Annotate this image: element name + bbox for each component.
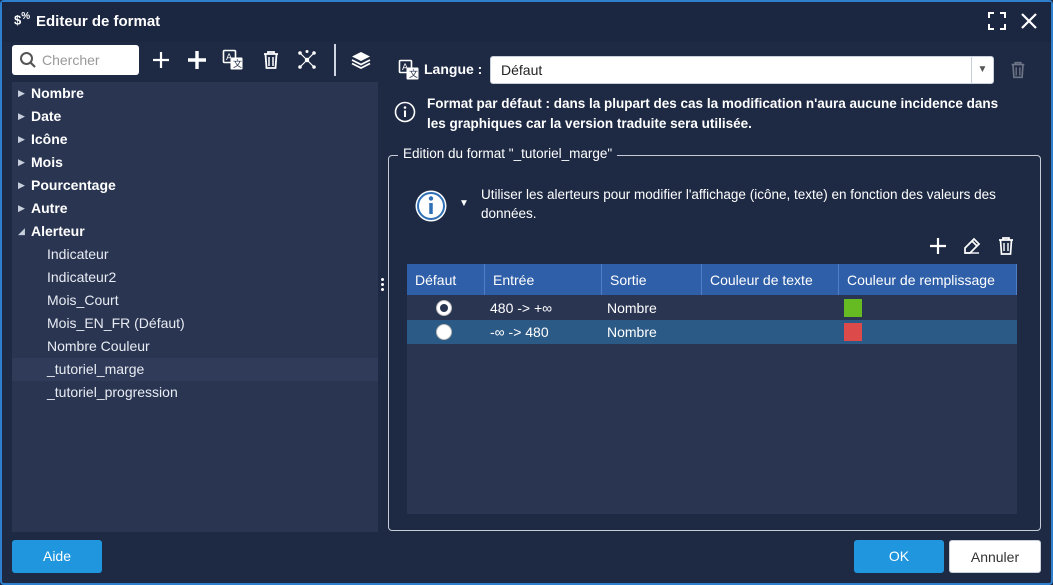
collapse-caret-icon[interactable]: ▼ — [459, 198, 469, 209]
toolbar-separator — [334, 44, 336, 76]
help-button[interactable]: Aide — [12, 540, 102, 573]
layers-icon[interactable] — [350, 49, 372, 71]
table-row[interactable]: 480 -> +∞ Nombre — [407, 296, 1017, 320]
info-icon — [394, 101, 416, 123]
caret-right-icon: ▶ — [18, 111, 25, 121]
left-toolbar: A 文 — [12, 44, 378, 78]
column-header-entree[interactable]: Entrée — [485, 264, 602, 295]
maximize-icon — [988, 12, 1006, 30]
trash-icon[interactable] — [260, 49, 282, 71]
add-child-icon[interactable] — [186, 49, 208, 71]
cell-entree: 480 -> +∞ — [490, 300, 553, 316]
default-format-info: Format par défaut : dans la plupart des … — [427, 96, 999, 131]
default-radio[interactable] — [436, 300, 452, 316]
chevron-down-icon[interactable]: ▼ — [971, 57, 993, 83]
caret-right-icon: ▶ — [18, 134, 25, 144]
search-box[interactable] — [12, 45, 139, 75]
tree-item-nombre-couleur[interactable]: Nombre Couleur — [12, 335, 378, 358]
fill-color-swatch[interactable] — [844, 299, 862, 317]
svg-text:A: A — [226, 53, 233, 63]
delete-language-icon[interactable] — [1008, 59, 1028, 81]
panel-splitter[interactable] — [381, 278, 385, 298]
language-select[interactable]: Défaut ▼ — [490, 56, 994, 84]
caret-right-icon: ▶ — [18, 88, 25, 98]
svg-text:文: 文 — [233, 58, 242, 70]
language-value: Défaut — [501, 62, 543, 78]
info-icon — [415, 190, 447, 222]
svg-text:A: A — [402, 63, 409, 73]
edit-icon[interactable] — [962, 236, 982, 256]
close-button[interactable] — [1019, 11, 1041, 33]
tree-category-icone[interactable]: ▶ Icône — [12, 128, 378, 151]
search-icon — [20, 52, 36, 68]
title-bar: $% Editeur de format — [2, 2, 1051, 42]
tree-item-indicateur[interactable]: Indicateur — [12, 243, 378, 266]
caret-right-icon: ▶ — [18, 203, 25, 213]
tree-category-date[interactable]: ▶ Date — [12, 105, 378, 128]
language-label: Langue : — [424, 61, 483, 77]
tree-item-indicateur2[interactable]: Indicateur2 — [12, 266, 378, 289]
ok-button[interactable]: OK — [854, 540, 944, 573]
translate-icon: A 文 — [398, 59, 419, 80]
tree-item-tutoriel-marge[interactable]: _tutoriel_marge — [12, 358, 378, 381]
edition-legend: Edition du format "_tutoriel_marge" — [398, 146, 618, 161]
tree-category-alerteur[interactable]: ◢ Alerteur — [12, 220, 378, 243]
add-icon[interactable] — [150, 49, 172, 71]
cancel-button[interactable]: Annuler — [949, 540, 1041, 573]
alerter-table: Défaut Entrée Sortie Couleur de texte Co… — [407, 264, 1017, 514]
tree-item-mois-court[interactable]: Mois_Court — [12, 289, 378, 312]
trash-icon[interactable] — [996, 236, 1016, 256]
format-tree: ▶ Nombre ▶ Date ▶ Icône ▶ Mois ▶ Pourcentage … — [12, 82, 378, 532]
format-icon: $% — [14, 11, 31, 28]
caret-right-icon: ▶ — [18, 180, 25, 190]
table-row[interactable]: -∞ -> 480 Nombre — [407, 320, 1017, 344]
tree-category-autre[interactable]: ▶ Autre — [12, 197, 378, 220]
cell-sortie: Nombre — [607, 324, 657, 340]
add-row-icon[interactable] — [928, 236, 948, 256]
column-header-fill-color[interactable]: Couleur de remplissage — [839, 264, 1017, 295]
cell-sortie: Nombre — [607, 300, 657, 316]
default-radio[interactable] — [436, 324, 452, 340]
tree-category-pourcentage[interactable]: ▶ Pourcentage — [12, 174, 378, 197]
alerter-description: Utiliser les alerteurs pour modifier l'a… — [481, 187, 996, 221]
tree-item-tutoriel-progression[interactable]: _tutoriel_progression — [12, 381, 378, 404]
tree-category-nombre[interactable]: ▶ Nombre — [12, 82, 378, 105]
search-input[interactable] — [42, 49, 134, 71]
tree-item-mois-en-fr[interactable]: Mois_EN_FR (Défaut) — [12, 312, 378, 335]
column-header-defaut[interactable]: Défaut — [407, 264, 485, 295]
network-icon[interactable] — [296, 49, 318, 71]
maximize-button[interactable] — [987, 11, 1009, 33]
table-header: Défaut Entrée Sortie Couleur de texte Co… — [407, 264, 1017, 295]
column-header-sortie[interactable]: Sortie — [602, 264, 702, 295]
caret-down-icon: ◢ — [18, 226, 25, 236]
translate-icon[interactable]: A 文 — [222, 49, 244, 71]
window-title: Editeur de format — [36, 13, 161, 30]
fill-color-swatch[interactable] — [844, 323, 862, 341]
column-header-text-color[interactable]: Couleur de texte — [702, 264, 839, 295]
cell-entree: -∞ -> 480 — [490, 324, 549, 340]
close-icon — [1021, 13, 1037, 29]
svg-text:文: 文 — [409, 68, 418, 80]
caret-right-icon: ▶ — [18, 157, 25, 167]
tree-category-mois[interactable]: ▶ Mois — [12, 151, 378, 174]
